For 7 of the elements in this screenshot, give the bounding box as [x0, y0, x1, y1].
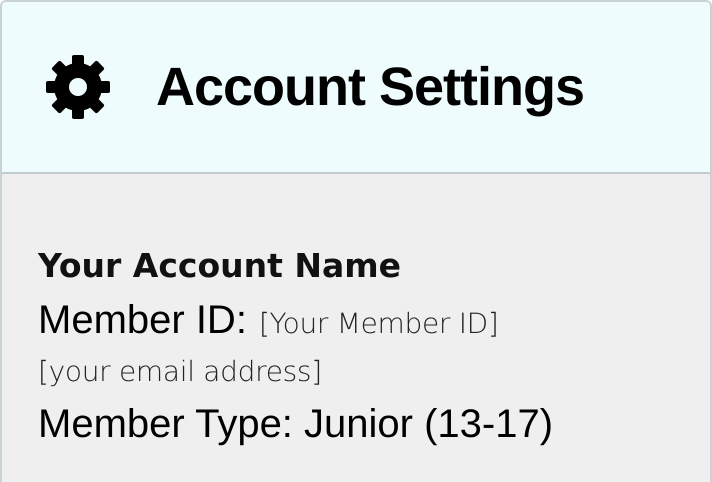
page-title: Account Settings [156, 56, 584, 118]
account-name: Your Account Name [38, 245, 402, 287]
email-address: [your email address] [38, 354, 323, 390]
member-type: Member Type: Junior (13-17) [38, 401, 554, 448]
settings-icon [44, 53, 112, 121]
member-id-label: Member ID: [38, 297, 247, 344]
member-id-value: [Your Member ID] [258, 306, 499, 342]
